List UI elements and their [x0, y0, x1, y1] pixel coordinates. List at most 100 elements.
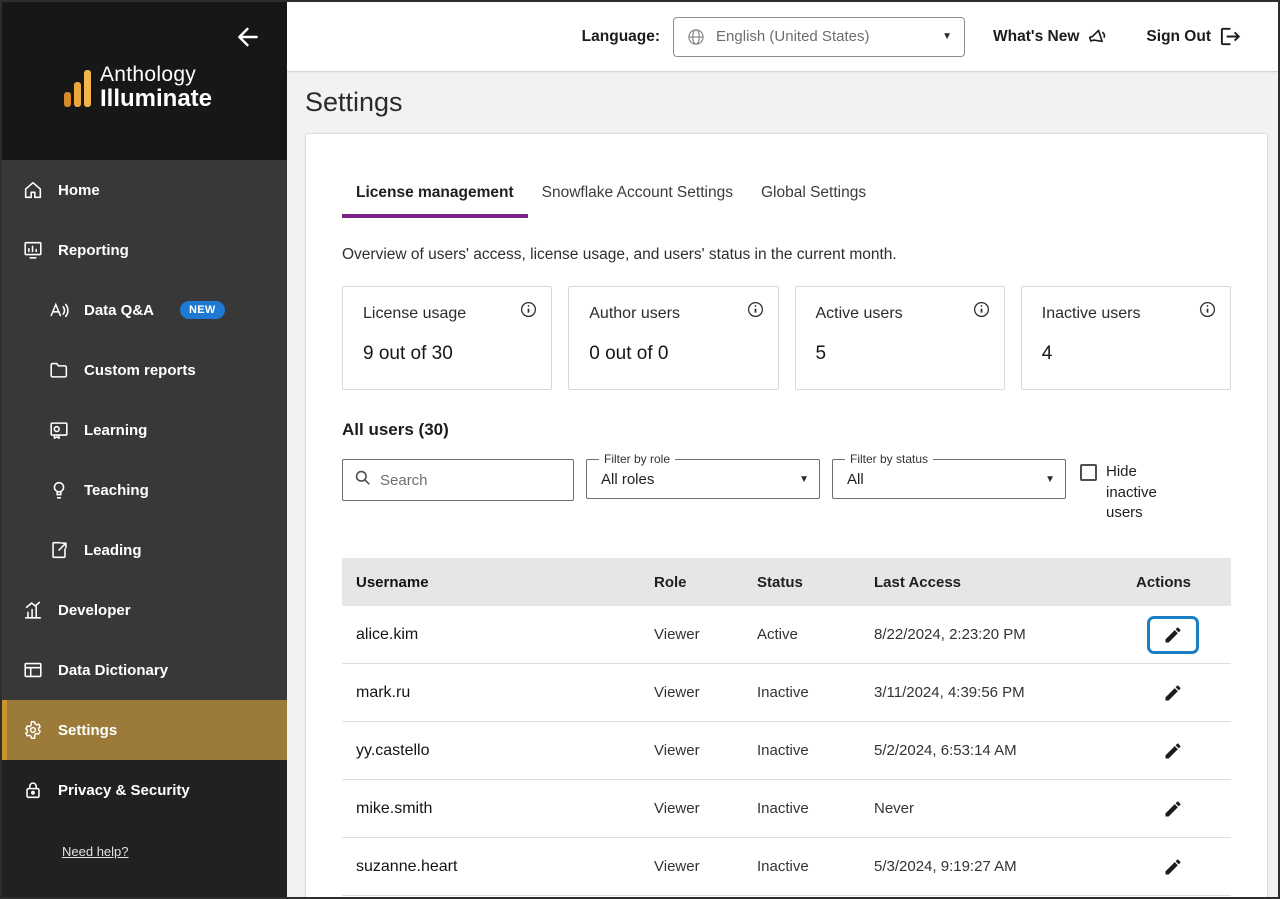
settings-card: License management Snowflake Account Set… — [305, 133, 1268, 897]
edit-user-button[interactable] — [1161, 623, 1185, 647]
sidebar-item-teaching[interactable]: Teaching — [2, 460, 287, 520]
lock-icon — [22, 779, 44, 801]
sidebar-nav: Home Reporting Data Q&A NEW Custom repor… — [2, 160, 287, 760]
hide-inactive-users-control: Hide inactive users — [1080, 462, 1170, 524]
stat-value: 5 — [816, 343, 984, 365]
sidebar-item-label: Leading — [84, 542, 142, 559]
edit-user-button[interactable] — [1161, 855, 1185, 879]
developer-icon — [22, 599, 44, 621]
filter-by-role-value: All roles — [597, 471, 654, 488]
username-cell: mark.ru — [342, 684, 654, 702]
sidebar-item-data-dictionary[interactable]: Data Dictionary — [2, 640, 287, 700]
need-help-link[interactable]: Need help? — [62, 844, 129, 859]
language-label: Language: — [582, 28, 660, 46]
info-icon[interactable] — [972, 300, 991, 319]
chevron-down-icon: ▼ — [799, 474, 809, 485]
anthology-logo-icon — [64, 70, 91, 112]
app-window: Anthology Illuminate Home Reporting Data… — [0, 0, 1280, 899]
table-row: mike.smith Viewer Inactive Never — [342, 780, 1231, 838]
stat-value: 0 out of 0 — [589, 343, 757, 365]
language-select[interactable]: English (United States) ▼ — [673, 17, 965, 57]
hide-inactive-users-checkbox[interactable] — [1080, 464, 1097, 481]
hide-inactive-users-label: Hide inactive users — [1106, 462, 1170, 524]
settings-gear-icon — [22, 719, 44, 741]
sidebar-item-custom-reports[interactable]: Custom reports — [2, 340, 287, 400]
sidebar-item-label: Custom reports — [84, 362, 196, 379]
brand-line2: Illuminate — [100, 86, 212, 112]
stat-card-inactive-users: Inactive users 4 — [1021, 286, 1231, 390]
last-access-cell: 8/22/2024, 2:23:20 PM — [874, 626, 1091, 643]
sidebar-item-home[interactable]: Home — [2, 160, 287, 220]
username-cell: suzanne.heart — [342, 858, 654, 876]
info-icon[interactable] — [519, 300, 538, 319]
sidebar-item-learning[interactable]: Learning — [2, 400, 287, 460]
table-row: alice.kim Viewer Active 8/22/2024, 2:23:… — [342, 606, 1231, 664]
status-cell: Active — [757, 626, 874, 643]
pencil-icon — [1163, 857, 1183, 877]
username-cell: mike.smith — [342, 800, 654, 818]
sidebar-item-label: Teaching — [84, 482, 149, 499]
edit-user-button[interactable] — [1161, 681, 1185, 705]
whats-new-button[interactable]: What's New — [993, 25, 1110, 48]
role-cell: Viewer — [654, 742, 757, 759]
stat-cards: License usage 9 out of 30 Author users 0… — [342, 286, 1231, 390]
stat-title: Active users — [816, 305, 984, 323]
tab-bar: License management Snowflake Account Set… — [342, 184, 1231, 218]
info-icon[interactable] — [746, 300, 765, 319]
stat-value: 4 — [1042, 343, 1210, 365]
leading-icon — [48, 539, 70, 561]
filter-by-role-label: Filter by role — [599, 452, 675, 466]
status-cell: Inactive — [757, 800, 874, 817]
filter-by-status-value: All — [843, 471, 864, 488]
filter-by-status-select[interactable]: Filter by status All ▼ — [832, 452, 1066, 499]
sign-out-label: Sign Out — [1146, 28, 1211, 46]
chevron-down-icon: ▼ — [942, 31, 952, 42]
content-area: License management Snowflake Account Set… — [287, 133, 1278, 897]
col-header-role: Role — [654, 574, 757, 591]
sidebar-item-leading[interactable]: Leading — [2, 520, 287, 580]
globe-icon — [686, 27, 706, 47]
sidebar-item-label: Home — [58, 182, 100, 199]
col-header-actions: Actions — [1091, 574, 1231, 591]
new-badge: NEW — [180, 301, 225, 319]
edit-user-button[interactable] — [1161, 739, 1185, 763]
table-header-row: Username Role Status Last Access Actions — [342, 558, 1231, 606]
edit-user-button[interactable] — [1161, 797, 1185, 821]
sidebar-item-data-qa[interactable]: Data Q&A NEW — [2, 280, 287, 340]
filters-row: Filter by role All roles ▼ Filter by sta… — [342, 452, 1231, 524]
tab-global-settings[interactable]: Global Settings — [747, 184, 880, 218]
sidebar-item-settings[interactable]: Settings — [2, 700, 287, 760]
tab-license-management[interactable]: License management — [342, 184, 528, 218]
tab-snowflake-account-settings[interactable]: Snowflake Account Settings — [528, 184, 747, 218]
filter-by-role-select[interactable]: Filter by role All roles ▼ — [586, 452, 820, 499]
search-input[interactable] — [380, 472, 563, 489]
overview-text: Overview of users' access, license usage… — [342, 246, 1231, 264]
pencil-icon — [1163, 741, 1183, 761]
sidebar-item-reporting[interactable]: Reporting — [2, 220, 287, 280]
role-cell: Viewer — [654, 626, 757, 643]
stat-title: Author users — [589, 305, 757, 323]
sidebar-item-label: Data Dictionary — [58, 662, 168, 679]
topbar: Language: English (United States) ▼ What… — [287, 2, 1278, 72]
sign-out-button[interactable]: Sign Out — [1146, 25, 1242, 48]
info-icon[interactable] — [1198, 300, 1217, 319]
table-row: suzanne.heart Viewer Inactive 5/3/2024, … — [342, 838, 1231, 896]
stat-card-active-users: Active users 5 — [795, 286, 1005, 390]
megaphone-icon — [1087, 25, 1110, 48]
collapse-sidebar-button[interactable] — [235, 24, 261, 50]
pencil-icon — [1163, 799, 1183, 819]
sidebar-item-developer[interactable]: Developer — [2, 580, 287, 640]
status-cell: Inactive — [757, 742, 874, 759]
status-cell: Inactive — [757, 684, 874, 701]
all-users-heading: All users (30) — [342, 420, 1231, 440]
brand-line1: Anthology — [100, 64, 212, 86]
focus-ring — [1147, 616, 1199, 654]
pencil-icon — [1163, 683, 1183, 703]
stat-value: 9 out of 30 — [363, 343, 531, 365]
language-value: English (United States) — [716, 28, 869, 45]
sidebar-item-label: Data Q&A — [84, 302, 154, 319]
sidebar-item-privacy-security[interactable]: Privacy & Security — [2, 760, 287, 820]
sidebar-bottom-section: Privacy & Security Need help? — [2, 760, 287, 897]
stat-card-author-users: Author users 0 out of 0 — [568, 286, 778, 390]
brand-logo: Anthology Illuminate — [64, 64, 287, 112]
